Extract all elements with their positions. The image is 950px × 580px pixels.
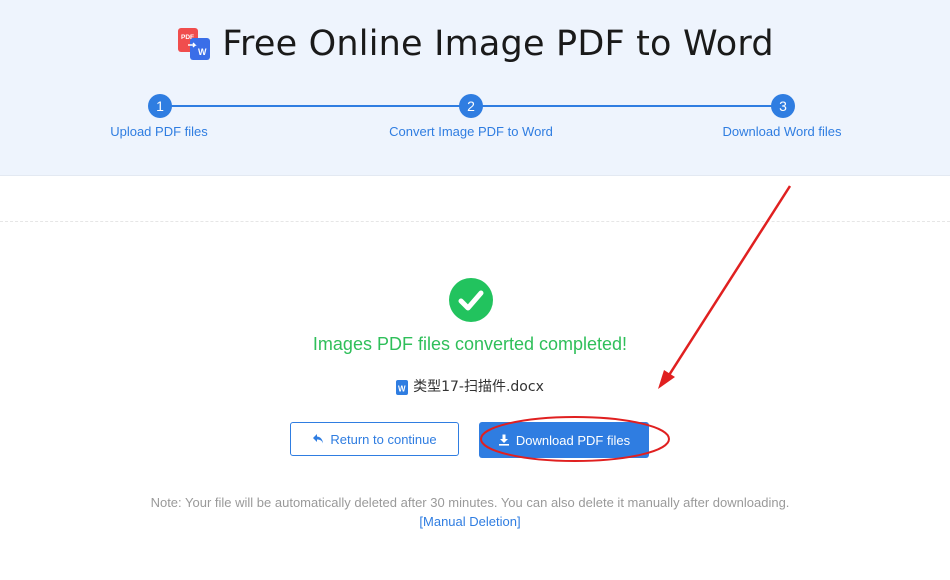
title-row: PDF W Free Online Image PDF to Word	[0, 20, 950, 68]
step-1-label: Upload PDF files	[110, 124, 208, 139]
logo-word-text: W	[198, 47, 207, 57]
file-name: 类型17-扫描件.docx	[413, 379, 544, 395]
step-3-number: 3	[771, 94, 795, 118]
step-2-number: 2	[459, 94, 483, 118]
divider	[0, 221, 950, 222]
auto-delete-note: Note: Your file will be automatically de…	[150, 495, 790, 510]
check-circle-icon	[449, 278, 493, 322]
download-pdf-files-button[interactable]: Download PDF files	[479, 422, 649, 458]
manual-deletion-link-text: [Manual Deletion]	[419, 514, 521, 529]
step-2-label: Convert Image PDF to Word	[389, 124, 553, 139]
result-file: W 类型17-扫描件.docx	[0, 376, 940, 396]
header: PDF W Free Online Image PDF to Word 1 Up…	[0, 0, 950, 176]
return-arrow-icon	[312, 433, 324, 445]
svg-text:W: W	[398, 384, 406, 393]
manual-deletion-link[interactable]: [Manual Deletion]	[0, 514, 940, 529]
pdf-to-word-logo-icon: PDF W	[176, 26, 212, 62]
progress-steps: 1 Upload PDF files 2 Convert Image PDF t…	[0, 94, 950, 144]
word-file-icon: W	[396, 379, 409, 395]
step-3-label: Download Word files	[722, 124, 842, 139]
step-1-number: 1	[148, 94, 172, 118]
page: PDF W Free Online Image PDF to Word 1 Up…	[0, 0, 950, 580]
download-button-label: Download PDF files	[515, 432, 631, 448]
return-button-label: Return to continue	[330, 431, 437, 447]
success-message: Images PDF files converted completed!	[312, 334, 628, 354]
download-icon	[498, 434, 510, 446]
page-title: Free Online Image PDF to Word	[222, 24, 774, 64]
return-to-continue-button[interactable]: Return to continue	[290, 422, 459, 456]
logo-pdf-text: PDF	[181, 34, 194, 41]
